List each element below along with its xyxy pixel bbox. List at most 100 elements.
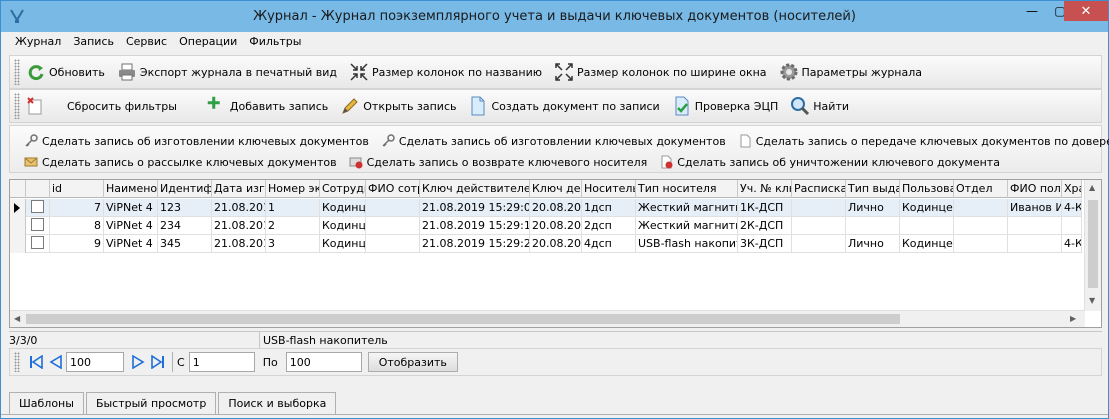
cell-name: ViPNet 4 <box>104 217 158 235</box>
record-mailing-button[interactable]: Сделать запись о рассылке ключевых докум… <box>24 155 337 169</box>
find-button[interactable]: Найти <box>790 96 849 116</box>
record-key-creation-button[interactable]: Сделать запись об изготовлении ключевых … <box>24 134 369 148</box>
close-button[interactable]: ✕ <box>1064 1 1108 21</box>
col-header-storage[interactable]: Хранение <box>1062 180 1082 198</box>
cell-valid-from: 21.08.2019 15:29:29 <box>420 235 530 253</box>
record-destruction-button[interactable]: Сделать запись об уничтожении ключевого … <box>659 155 1000 169</box>
minimize-button[interactable]: — <box>1018 1 1046 21</box>
toolbar-grip[interactable] <box>14 59 20 85</box>
record-key-creation-button-2[interactable]: Сделать запись об изготовлении ключевых … <box>381 134 726 148</box>
vertical-scrollbar[interactable]: ▲ ▼ <box>1084 180 1101 311</box>
next-page-button[interactable] <box>128 352 148 372</box>
table-row[interactable]: 9 ViPNet 4 345 21.08.2019 3 Кодинцев 21.… <box>10 235 1082 253</box>
menu-operations[interactable]: Операции <box>173 33 243 51</box>
cell-id: 8 <box>50 217 104 235</box>
row-checkbox[interactable] <box>31 236 44 249</box>
col-header-user[interactable]: Пользователь <box>900 180 954 198</box>
horizontal-scrollbar[interactable]: ◀ ▶ <box>10 310 1085 327</box>
fit-columns-to-window-button[interactable]: Размер колонок по ширине окна <box>554 62 767 82</box>
record-mailing-label: Сделать запись о рассылке ключевых докум… <box>42 155 337 169</box>
col-header-issue-type[interactable]: Тип выдачи <box>846 180 900 198</box>
cell-valid-from: 21.08.2019 15:29:17 <box>420 217 530 235</box>
export-print-label: Экспорт журнала в печатный вид <box>139 65 338 79</box>
gear-icon <box>780 63 798 81</box>
row-checkbox[interactable] <box>31 200 44 213</box>
open-record-button[interactable]: Открыть запись <box>340 96 456 116</box>
table-row[interactable]: 8 ViPNet 4 234 21.08.2019 2 Кодинцев 21.… <box>10 217 1082 235</box>
col-header-copy-number[interactable]: Номер экземпляра <box>266 180 320 198</box>
col-header-identifier[interactable]: Идентификатор <box>158 180 212 198</box>
to-label: По <box>262 355 278 369</box>
table-row[interactable]: 7 ViPNet 4 123 21.08.2019 1 Кодинцев 21.… <box>10 199 1082 217</box>
status-divider <box>259 332 260 348</box>
from-label: С <box>177 355 185 369</box>
menu-filters[interactable]: Фильтры <box>243 33 307 51</box>
col-header-valid-to[interactable]: Ключ действителен по <box>530 180 582 198</box>
journal-grid[interactable]: id Наименование Идентификатор Дата изгот… <box>9 179 1102 328</box>
page-size-input[interactable] <box>66 352 124 372</box>
menu-record[interactable]: Запись <box>67 33 120 51</box>
row-checkbox-cell <box>26 217 50 235</box>
cell-copy-number: 2 <box>266 217 320 235</box>
vertical-scroll-thumb[interactable] <box>1088 200 1098 288</box>
col-header-id[interactable]: id <box>50 180 104 198</box>
fit-columns-by-name-button[interactable]: Размер колонок по названию <box>349 62 542 82</box>
first-page-button[interactable] <box>26 352 46 372</box>
menu-service[interactable]: Сервис <box>120 33 173 51</box>
from-input[interactable] <box>188 352 255 372</box>
col-header-department[interactable]: Отдел <box>954 180 1008 198</box>
toolbar-grip[interactable] <box>14 93 20 119</box>
refresh-button[interactable]: Обновить <box>26 62 105 82</box>
cell-user-name <box>1008 235 1062 253</box>
tab-quick-view[interactable]: Быстрый просмотр <box>85 392 217 414</box>
cell-employee: Кодинцев <box>320 199 366 217</box>
envelope-icon <box>24 157 38 167</box>
prev-page-button[interactable] <box>46 352 66 372</box>
show-button[interactable]: Отобразить <box>367 352 458 372</box>
record-return-button[interactable]: Сделать запись о возврате ключевого носи… <box>349 155 647 169</box>
pager-grip[interactable] <box>14 352 20 372</box>
tab-templates[interactable]: Шаблоны <box>9 392 84 414</box>
title-bar[interactable]: Журнал - Журнал поэкземплярного учета и … <box>1 1 1108 32</box>
checkbox-header[interactable] <box>26 180 50 198</box>
journal-settings-button[interactable]: Параметры журнала <box>779 62 922 82</box>
record-proxy-transfer-button[interactable]: Сделать запись о передаче ключевых докум… <box>738 134 1109 148</box>
record-actions-panel: Сделать запись об изготовлении ключевых … <box>9 125 1109 173</box>
cell-issue-type: Лично <box>846 235 900 253</box>
tab-search[interactable]: Поиск и выборка <box>218 392 337 414</box>
cell-receipt <box>792 199 846 217</box>
col-header-name[interactable]: Наименование <box>104 180 158 198</box>
cell-employee-name <box>366 217 420 235</box>
col-header-user-name[interactable]: ФИО пользователя <box>1008 180 1062 198</box>
scroll-down-icon[interactable]: ▼ <box>1089 296 1095 305</box>
destroy-icon <box>661 155 673 169</box>
row-checkbox[interactable] <box>31 218 44 231</box>
fit-columns-to-window-label: Размер колонок по ширине окна <box>577 65 767 79</box>
scroll-right-icon[interactable]: ▶ <box>1070 314 1076 323</box>
last-page-button[interactable] <box>148 352 168 372</box>
col-header-employee[interactable]: Сотрудник <box>320 180 366 198</box>
row-checkbox-cell <box>26 235 50 253</box>
scroll-up-icon[interactable]: ▲ <box>1089 183 1095 192</box>
horizontal-scroll-thumb[interactable] <box>26 314 900 324</box>
add-record-button[interactable]: Добавить запись <box>207 96 328 116</box>
row-indicator <box>10 217 26 235</box>
find-label: Найти <box>813 99 849 113</box>
cell-media-type: USB-flash накопитель <box>636 235 738 253</box>
col-header-valid-from[interactable]: Ключ действителен с <box>420 180 530 198</box>
reset-filters-button[interactable]: Сбросить фильтры <box>26 96 177 116</box>
col-header-receipt[interactable]: Расписка <box>792 180 846 198</box>
menu-journal[interactable]: Журнал <box>9 33 67 51</box>
to-input[interactable] <box>285 352 362 372</box>
create-document-button[interactable]: Создать документ по записи <box>468 96 660 116</box>
col-header-media-type[interactable]: Тип носителя <box>636 180 738 198</box>
cell-user: Кодинцев <box>900 199 954 217</box>
col-header-employee-name[interactable]: ФИО сотрудника <box>366 180 420 198</box>
export-print-button[interactable]: Экспорт журнала в печатный вид <box>117 62 337 82</box>
col-header-created-date[interactable]: Дата изготовления <box>212 180 266 198</box>
key-icon <box>25 134 38 147</box>
check-signature-button[interactable]: Проверка ЭЦП <box>672 96 778 116</box>
col-header-key-number[interactable]: Уч. № ключевого <box>738 180 792 198</box>
col-header-media[interactable]: Носитель <box>582 180 636 198</box>
scroll-left-icon[interactable]: ◀ <box>14 314 20 323</box>
